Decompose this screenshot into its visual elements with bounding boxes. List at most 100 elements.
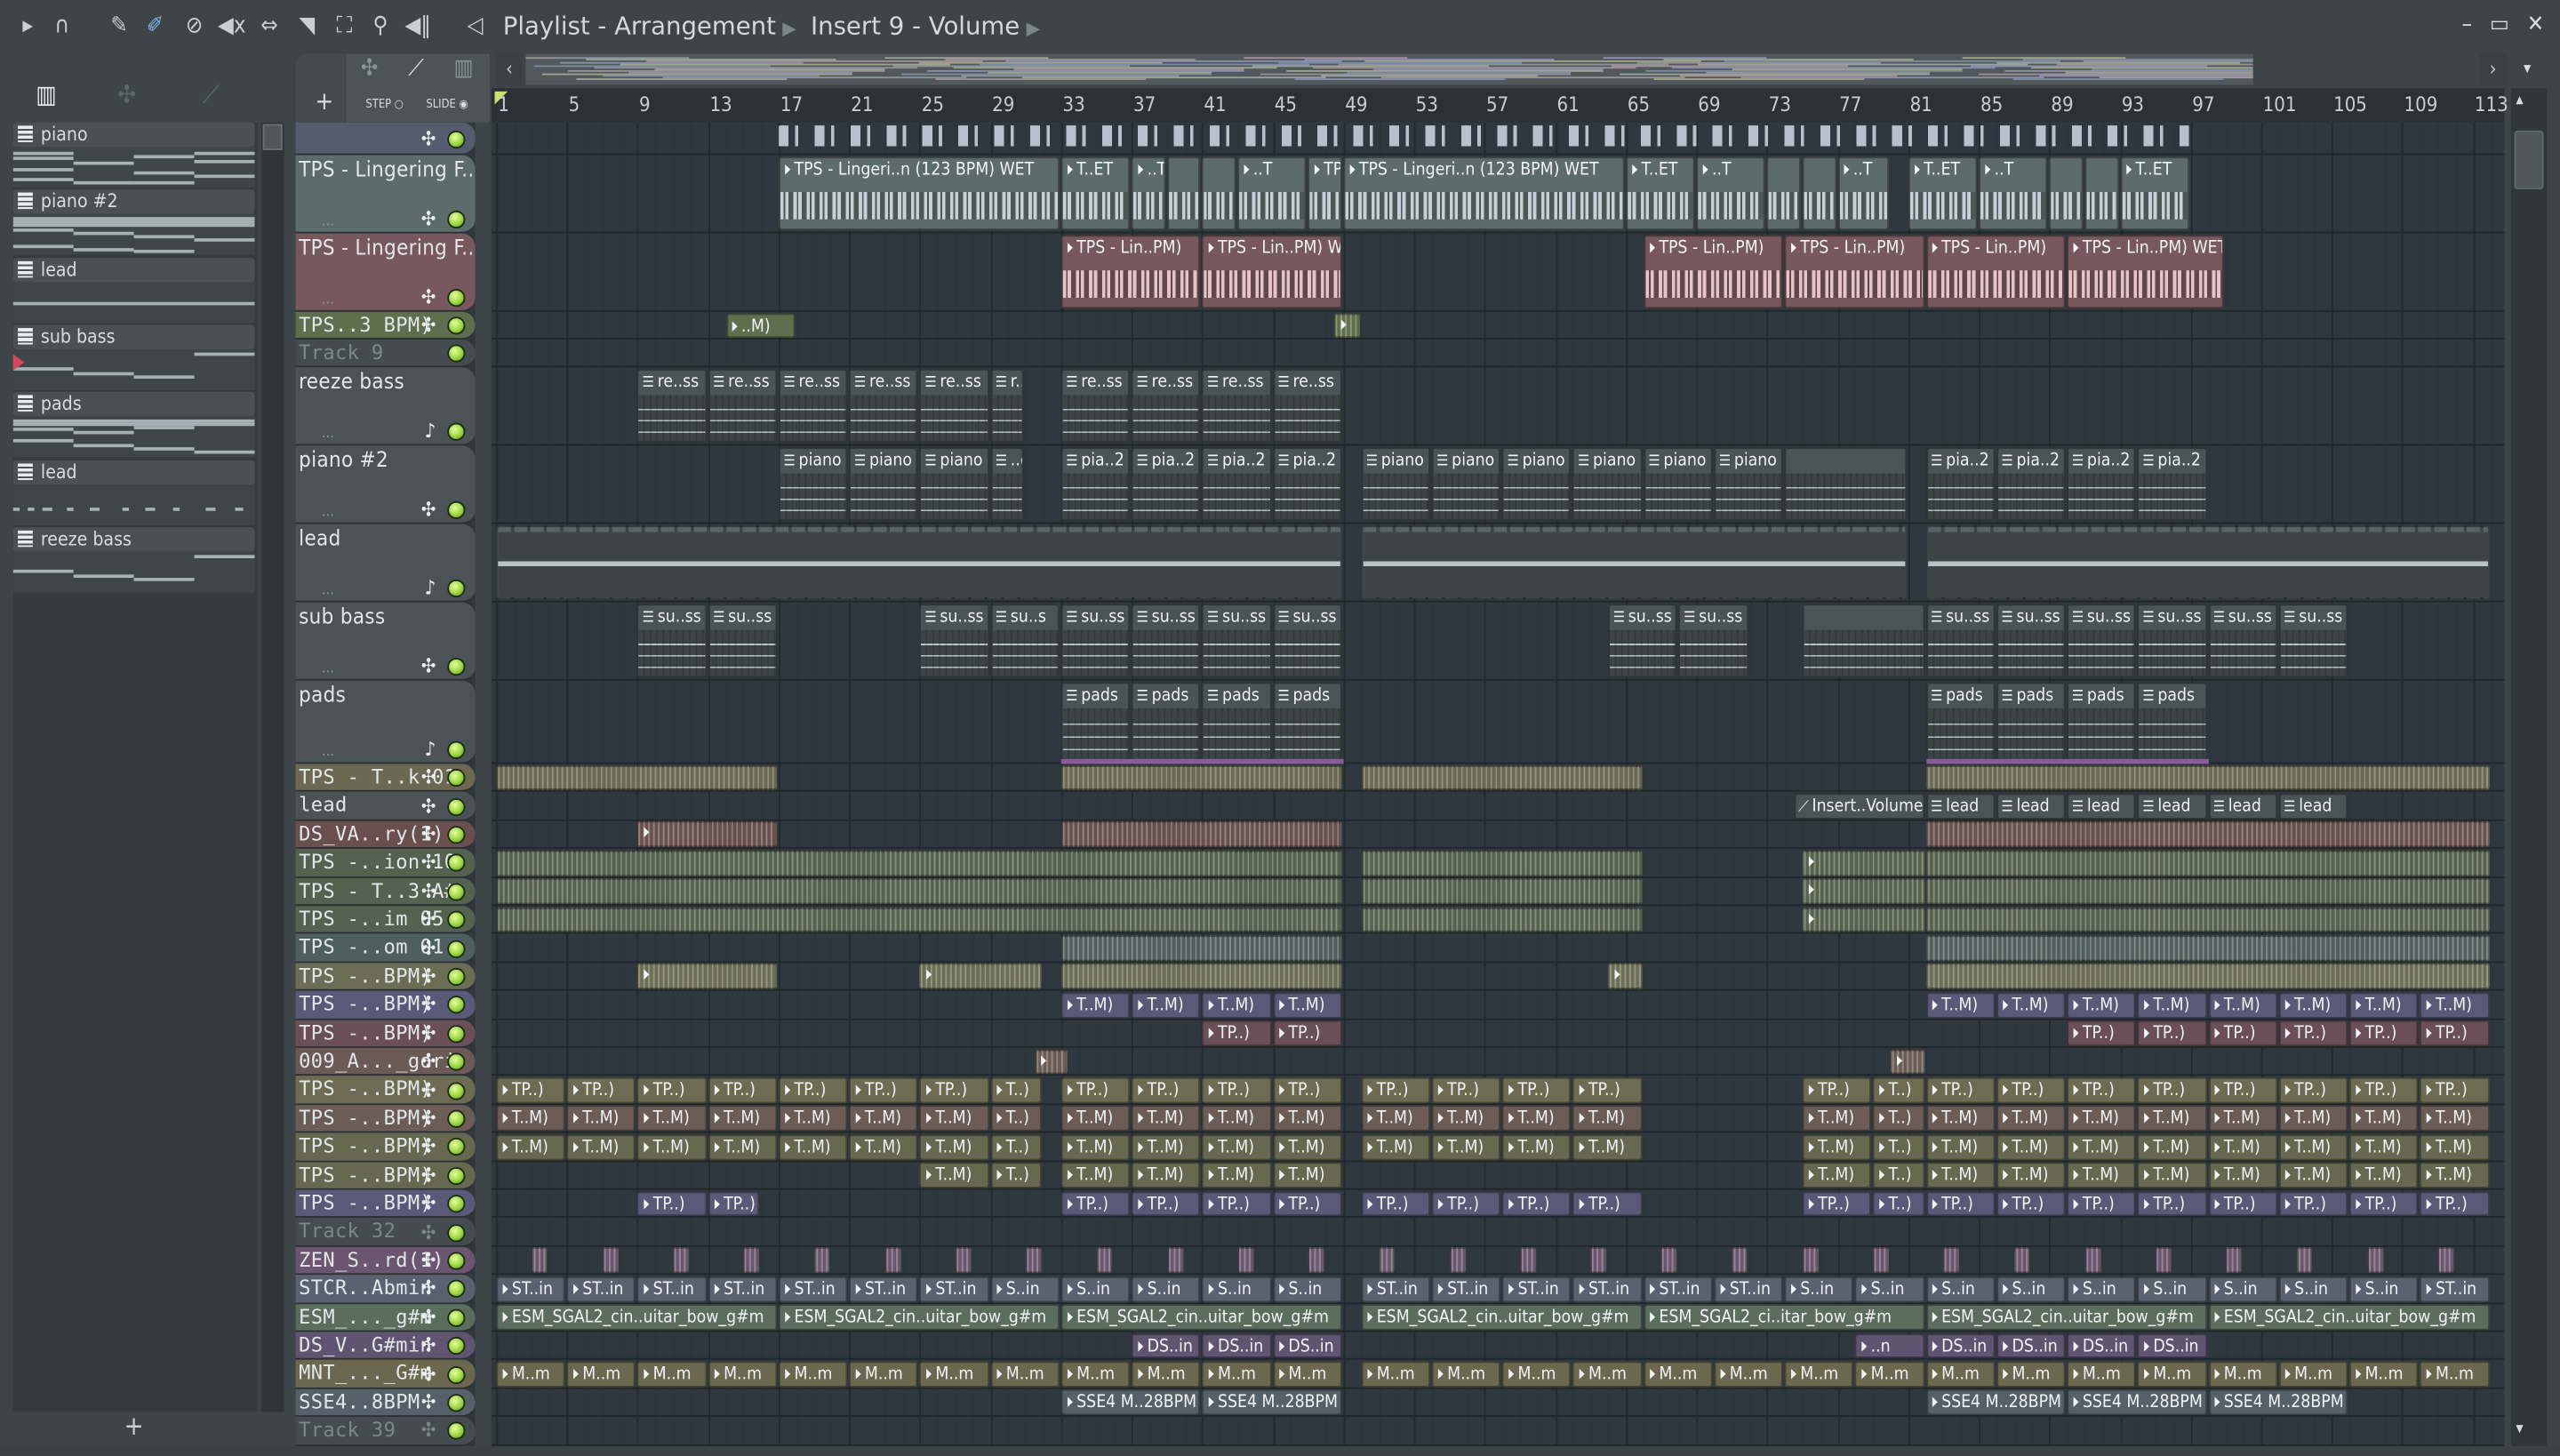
track-name[interactable]: Track 9 bbox=[299, 341, 383, 364]
audio-clip[interactable]: ⏵ T..M) bbox=[2278, 1133, 2348, 1160]
audio-clip[interactable]: ⏵ TP..) bbox=[2278, 1190, 2348, 1217]
track-mute-toggle[interactable] bbox=[447, 1052, 466, 1071]
pattern-clip-icon[interactable]: ▥ bbox=[454, 55, 474, 81]
audio-clip[interactable]: ⏵ T..M) bbox=[2420, 1105, 2490, 1132]
audio-clip[interactable]: ⏵ T..M) bbox=[849, 1105, 919, 1132]
pattern-clip[interactable]: ☰ pia..2 bbox=[2067, 447, 2136, 521]
pattern-clip[interactable]: ☰ su..ss bbox=[2067, 604, 2136, 678]
scroll-right-button[interactable]: › bbox=[2479, 53, 2507, 85]
track-header[interactable]: piano #2 ✣... bbox=[295, 445, 476, 524]
audio-clip[interactable]: ⏵TPS - Lin..PM) WET bbox=[1202, 235, 1342, 309]
pattern-clip[interactable]: ☰ su..ss bbox=[1608, 604, 1677, 678]
audio-clip[interactable]: ⏵ T..M) bbox=[1132, 1133, 1201, 1160]
pattern-clip[interactable]: ☰ pads bbox=[1996, 682, 2066, 761]
track-name[interactable]: Track 32 bbox=[299, 1220, 396, 1243]
track-name[interactable]: TPS -..BPM) bbox=[299, 993, 432, 1016]
audio-clip[interactable]: ⏵ M..m bbox=[1784, 1361, 1854, 1388]
pattern-clip[interactable] bbox=[1802, 604, 1924, 678]
pattern-clip[interactable]: ☰ lead bbox=[2137, 793, 2207, 820]
audio-clip[interactable] bbox=[2296, 1247, 2313, 1274]
audio-clip[interactable] bbox=[1361, 850, 1643, 876]
zoom-icon[interactable]: ⚲ bbox=[365, 12, 395, 41]
pattern-clip[interactable]: ☰ pads bbox=[1925, 682, 1996, 761]
track-mute-toggle[interactable] bbox=[447, 883, 466, 901]
vertical-scrollbar[interactable] bbox=[2510, 88, 2548, 1446]
audio-clip[interactable]: ⏵ M..m bbox=[2349, 1361, 2419, 1388]
audio-clip[interactable]: ⏵ TP..) bbox=[2349, 1190, 2419, 1217]
audio-clip[interactable]: ⏵ T..M) bbox=[1060, 1105, 1131, 1132]
pattern-clip[interactable]: ☰ re..ss bbox=[708, 369, 778, 443]
pattern-header[interactable]: sub bass bbox=[12, 324, 255, 349]
audio-clip[interactable]: ⏵ TP..) bbox=[779, 1076, 848, 1103]
audio-clip[interactable]: ⏵ TP..) bbox=[1361, 1076, 1430, 1103]
audio-clip[interactable] bbox=[532, 1247, 548, 1274]
pattern-clip[interactable]: ☰ su..ss bbox=[1202, 604, 1272, 678]
audio-clip[interactable]: ⏵ M..m bbox=[2067, 1361, 2136, 1388]
audio-clip[interactable]: ⏵ DS..in bbox=[2137, 1332, 2207, 1359]
track-header[interactable]: reeze bass ♪... bbox=[295, 367, 476, 446]
track-mute-toggle[interactable] bbox=[447, 1337, 466, 1356]
audio-clip[interactable] bbox=[1925, 850, 2490, 876]
audio-clip[interactable] bbox=[1925, 821, 2490, 848]
audio-clip[interactable]: ⏵ T..M) bbox=[919, 1133, 989, 1160]
audio-clip[interactable]: ⏵ TP..) bbox=[2349, 1020, 2419, 1047]
audio-clip[interactable]: ⏵ T..M) bbox=[2208, 1133, 2277, 1160]
audio-clip[interactable] bbox=[1802, 156, 1836, 230]
more-options-icon[interactable]: ... bbox=[322, 426, 334, 442]
audio-clip[interactable]: ⏵ TP..) bbox=[1202, 1076, 1272, 1103]
automation-icon[interactable]: ⟋ bbox=[203, 80, 220, 109]
track-header[interactable]: TPS -..BPM) ✣ bbox=[295, 1076, 476, 1105]
audio-clip[interactable] bbox=[2226, 1247, 2243, 1274]
track-name[interactable]: piano #2 bbox=[299, 449, 388, 474]
audio-clip[interactable]: ⏵ T..M) bbox=[1925, 991, 1996, 1019]
track-header[interactable]: Track 32 ✣ bbox=[295, 1218, 476, 1247]
audio-clip[interactable]: ⏵ TP..) bbox=[1272, 1020, 1342, 1047]
pattern-clip[interactable]: ☰ su..ss bbox=[2278, 604, 2348, 678]
audio-clip[interactable]: ⏵ ST..in bbox=[1714, 1276, 1783, 1302]
audio-clip[interactable]: ⏵ TP..) bbox=[2278, 1076, 2348, 1103]
pattern-item[interactable]: lead bbox=[12, 257, 255, 323]
track-header[interactable]: lead ♪... bbox=[295, 524, 476, 603]
audio-clip[interactable]: ⏵ DS..in bbox=[1272, 1332, 1342, 1359]
track-header[interactable]: TPS -..om 01 ✣ bbox=[295, 934, 476, 964]
audio-clip[interactable] bbox=[1925, 934, 2490, 962]
audio-clip[interactable]: ⏵ TP..) bbox=[1502, 1076, 1572, 1103]
audio-clip[interactable]: ⏵ TP..) bbox=[919, 1076, 989, 1103]
audio-clip[interactable]: ⏵ T..M) bbox=[2349, 1105, 2419, 1132]
track-header[interactable]: DS_VA..ry(1) ✣ bbox=[295, 820, 476, 850]
audio-clip[interactable]: ⏵ S..in bbox=[1925, 1276, 1996, 1302]
audio-clip[interactable]: ⏵ M..m bbox=[849, 1361, 919, 1388]
audio-clip[interactable]: ⏵ T..M) bbox=[1431, 1133, 1501, 1160]
audio-clip[interactable]: ⏵ bbox=[1890, 1048, 1924, 1076]
pattern-clip[interactable]: ☰ piano bbox=[1361, 447, 1430, 521]
audio-clip[interactable] bbox=[1449, 1247, 1466, 1274]
audio-clip[interactable] bbox=[496, 850, 1342, 876]
audio-clip[interactable]: ⏵ TP..) bbox=[2067, 1020, 2136, 1047]
audio-clip[interactable]: ⏵ TP..) bbox=[496, 1076, 565, 1103]
minimize-button[interactable]: – bbox=[2452, 10, 2482, 39]
audio-clip[interactable]: ⏵ T..M) bbox=[2208, 1162, 2277, 1188]
track-header[interactable]: TPS - T..3 A# ✣ bbox=[295, 877, 476, 907]
audio-clip[interactable]: ⏵ M..m bbox=[1643, 1361, 1713, 1388]
audio-clip[interactable] bbox=[1590, 1247, 1607, 1274]
audio-clip[interactable]: ⏵ TP..) bbox=[1060, 1190, 1131, 1217]
track-mute-toggle[interactable] bbox=[447, 854, 466, 873]
add-pattern-button[interactable]: + bbox=[117, 1411, 150, 1444]
track-mute-toggle[interactable] bbox=[447, 1109, 466, 1128]
audio-clip[interactable]: ⏵ TP..) bbox=[1925, 1076, 1996, 1103]
more-options-icon[interactable]: ... bbox=[322, 292, 334, 308]
audio-clip[interactable]: ⏵TPS - Lin..PM) WET bbox=[2067, 235, 2225, 309]
breadcrumb-insert[interactable]: Insert 9 - Volume bbox=[811, 12, 1020, 41]
audio-clip[interactable]: ⏵ T..M) bbox=[1572, 1133, 1643, 1160]
audio-clip[interactable]: ⏵ ST..in bbox=[849, 1276, 919, 1302]
track-header[interactable]: TPS -..ion 10 ✣ bbox=[295, 849, 476, 878]
scroll-down-icon[interactable]: ▾ bbox=[2516, 1420, 2523, 1438]
audio-clip[interactable] bbox=[1060, 821, 1342, 848]
audio-clip[interactable]: ⏵ TPS - Lin..PM) bbox=[1060, 235, 1201, 309]
audio-clip[interactable]: ⏵ M..m bbox=[1502, 1361, 1572, 1388]
audio-clip[interactable]: ⏵ M..m bbox=[2420, 1361, 2490, 1388]
audio-clip[interactable]: ⏵ S..in bbox=[1272, 1276, 1342, 1302]
track-header[interactable]: STCR..Abmin ✣ bbox=[295, 1275, 476, 1304]
audio-clip[interactable]: ⏵ T..) bbox=[1873, 1105, 1924, 1132]
audio-clip[interactable]: ⏵ DS..in bbox=[1202, 1332, 1272, 1359]
